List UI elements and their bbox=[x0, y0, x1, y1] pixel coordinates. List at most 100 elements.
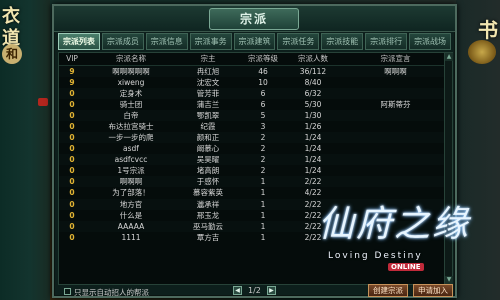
left-hud-badge[interactable]: 和 bbox=[2, 44, 22, 64]
scroll-up-icon[interactable]: ▲ bbox=[445, 53, 453, 61]
table-row[interactable]: 0 一步一步的爬 颜和正 2 1/24 bbox=[59, 131, 452, 144]
create-sect-button[interactable]: 创建宗派 bbox=[368, 284, 408, 297]
prev-page-icon[interactable]: ◀ bbox=[233, 286, 242, 295]
sect-vip: 0 bbox=[59, 154, 85, 166]
window-title-bar: 宗派 bbox=[54, 6, 455, 32]
sect-name: AAAAA bbox=[85, 220, 177, 232]
sect-master: 覃方吉 bbox=[196, 232, 220, 242]
sect-list: VIP 宗派名称 宗主 宗派等级 宗派人数 宗派宣言 9 啊啊啊啊啊 冉红旭 46 36… bbox=[58, 52, 453, 285]
sect-declaration bbox=[339, 109, 452, 121]
right-hud-emblem-icon[interactable] bbox=[468, 40, 496, 64]
sect-name: 定身术 bbox=[85, 87, 177, 99]
auto-recruit-checkbox[interactable] bbox=[64, 288, 71, 295]
sect-window: 宗派 宗派列表 宗派成员 宗派信息 宗派事务 宗派建筑 宗派任务 宗派技能 宗派… bbox=[52, 4, 457, 298]
window-title: 宗派 bbox=[209, 8, 299, 30]
sect-vip: 0 bbox=[69, 144, 75, 154]
sect-members: 2/22 bbox=[287, 176, 339, 188]
sect-declaration: 啊啊啊 bbox=[339, 65, 452, 77]
col-header-declaration[interactable]: 宗派宣言 bbox=[339, 53, 452, 66]
tab-sect-battle[interactable]: 宗派战场 bbox=[409, 33, 452, 50]
table-row[interactable]: 0 地方官 邋承祥 1 2/22 bbox=[59, 198, 452, 210]
sect-level: 2 bbox=[239, 154, 287, 166]
table-row[interactable]: 0 1号宗派 堵高朗 2 1/24 bbox=[59, 165, 452, 176]
sect-members: 1/30 bbox=[287, 109, 339, 121]
table-row[interactable]: 0 白帝 鄂凯翠 5 1/30 bbox=[59, 109, 452, 121]
sect-name: 为了部落！ bbox=[112, 188, 150, 198]
tab-bar: 宗派列表 宗派成员 宗派信息 宗派事务 宗派建筑 宗派任务 宗派技能 宗派排行 … bbox=[58, 33, 452, 51]
col-header-members[interactable]: 宗派人数 bbox=[287, 53, 339, 66]
sect-name: 地方官 bbox=[85, 198, 177, 210]
col-header-level[interactable]: 宗派等级 bbox=[239, 53, 287, 66]
sect-declaration bbox=[339, 187, 452, 198]
tab-sect-buildings[interactable]: 宗派建筑 bbox=[233, 33, 276, 50]
table-row[interactable]: 0 定身术 管芳菲 6 6/32 bbox=[59, 87, 452, 99]
table-row[interactable]: 0 为了部落！ 慕容紫英 1 4/22 bbox=[59, 187, 452, 198]
sect-declaration bbox=[339, 77, 452, 88]
sect-level: 10 bbox=[258, 77, 268, 87]
table-row[interactable]: 9 啊啊啊啊啊 冉红旭 46 36/112 啊啊啊 bbox=[59, 65, 452, 77]
sect-vip: 0 bbox=[59, 131, 85, 144]
col-header-master[interactable]: 宗主 bbox=[177, 53, 239, 66]
table-row[interactable]: 0 什么是 邢玉龙 1 2/22 bbox=[59, 210, 452, 221]
sect-level: 1 bbox=[260, 210, 266, 220]
sect-members: 2/22 bbox=[287, 220, 339, 232]
sect-members: 1/24 bbox=[304, 166, 322, 176]
sect-master: 堵高朗 bbox=[196, 166, 220, 176]
tab-sect-quests[interactable]: 宗派任务 bbox=[277, 33, 320, 50]
tab-sect-list[interactable]: 宗派列表 bbox=[58, 33, 100, 50]
next-page-icon[interactable]: ▶ bbox=[266, 286, 276, 295]
sect-table: VIP 宗派名称 宗主 宗派等级 宗派人数 宗派宣言 9 啊啊啊啊啊 冉红旭 46 36… bbox=[59, 53, 452, 243]
sect-members: 4/22 bbox=[304, 188, 322, 198]
sect-members: 1/24 bbox=[287, 131, 339, 144]
pagination: ◀ 1/2 ▶ bbox=[233, 286, 276, 295]
sect-vip: 0 bbox=[69, 188, 75, 198]
col-header-vip[interactable]: VIP bbox=[59, 53, 85, 66]
sect-declaration bbox=[339, 176, 452, 188]
sect-master: 邋承祥 bbox=[177, 198, 239, 210]
sect-vip: 0 bbox=[69, 210, 75, 220]
sect-members: 1/26 bbox=[304, 121, 322, 131]
list-scrollbar[interactable]: ▲ ▼ bbox=[444, 53, 453, 284]
sect-level: 46 bbox=[239, 65, 287, 77]
table-row[interactable]: 0 布达拉宫骑士 纪霞 3 1/26 bbox=[59, 121, 452, 132]
sect-master: 邢玉龙 bbox=[196, 210, 220, 220]
apply-join-button[interactable]: 申请加入 bbox=[413, 284, 453, 297]
sect-vip: 9 bbox=[59, 65, 85, 77]
sect-master: 巫马勤云 bbox=[177, 220, 239, 232]
sect-members: 36/112 bbox=[287, 65, 339, 77]
table-row[interactable]: 0 asdf 阚慕心 2 1/24 bbox=[59, 143, 452, 154]
table-row[interactable]: 0 asdfcvcc 吴昊曜 2 1/24 bbox=[59, 154, 452, 166]
sect-name: 啊啊啊啊啊 bbox=[85, 65, 177, 77]
sect-declaration bbox=[339, 131, 452, 144]
sect-name: 1111 bbox=[121, 232, 141, 242]
sect-members: 1/24 bbox=[287, 154, 339, 166]
scroll-down-icon[interactable]: ▼ bbox=[445, 276, 453, 284]
table-row[interactable]: 0 1111 覃方吉 1 2/22 bbox=[59, 232, 452, 243]
sect-name: asdfcvcc bbox=[85, 154, 177, 166]
tab-sect-info[interactable]: 宗派信息 bbox=[145, 33, 188, 50]
table-row[interactable]: 0 啊啊啊 于感怀 1 2/22 bbox=[59, 176, 452, 188]
tab-sect-affairs[interactable]: 宗派事务 bbox=[189, 33, 232, 50]
col-header-name[interactable]: 宗派名称 bbox=[85, 53, 177, 66]
tab-sect-skills[interactable]: 宗派技能 bbox=[321, 33, 364, 50]
auto-recruit-label: 只显示自动招人的帮派 bbox=[74, 288, 149, 297]
sect-members: 6/32 bbox=[287, 87, 339, 99]
sect-master: 颜和正 bbox=[177, 131, 239, 144]
sect-vip: 0 bbox=[69, 232, 75, 242]
table-row[interactable]: 0 骑士团 蒲吉兰 6 5/30 阿斯蒂芬 bbox=[59, 99, 452, 110]
sect-master: 于感怀 bbox=[177, 176, 239, 188]
left-hud-red-marker bbox=[38, 98, 48, 106]
page-indicator: 1/2 bbox=[248, 286, 261, 295]
sect-name: asdf bbox=[123, 144, 139, 154]
sect-master: 蒲吉兰 bbox=[196, 99, 220, 109]
table-header-row: VIP 宗派名称 宗主 宗派等级 宗派人数 宗派宣言 bbox=[59, 53, 452, 66]
sect-members: 5/30 bbox=[304, 99, 322, 109]
tab-sect-members[interactable]: 宗派成员 bbox=[101, 33, 144, 50]
table-row[interactable]: 0 AAAAA 巫马勤云 1 2/22 bbox=[59, 220, 452, 232]
sect-members: 1/24 bbox=[304, 144, 322, 154]
sect-members: 2/22 bbox=[304, 232, 322, 242]
sect-level: 1 bbox=[239, 220, 287, 232]
table-row[interactable]: 9 xiweng 沈宏文 10 8/40 bbox=[59, 77, 452, 88]
tab-sect-ranking[interactable]: 宗派排行 bbox=[365, 33, 408, 50]
sect-name: 1号宗派 bbox=[117, 166, 145, 176]
